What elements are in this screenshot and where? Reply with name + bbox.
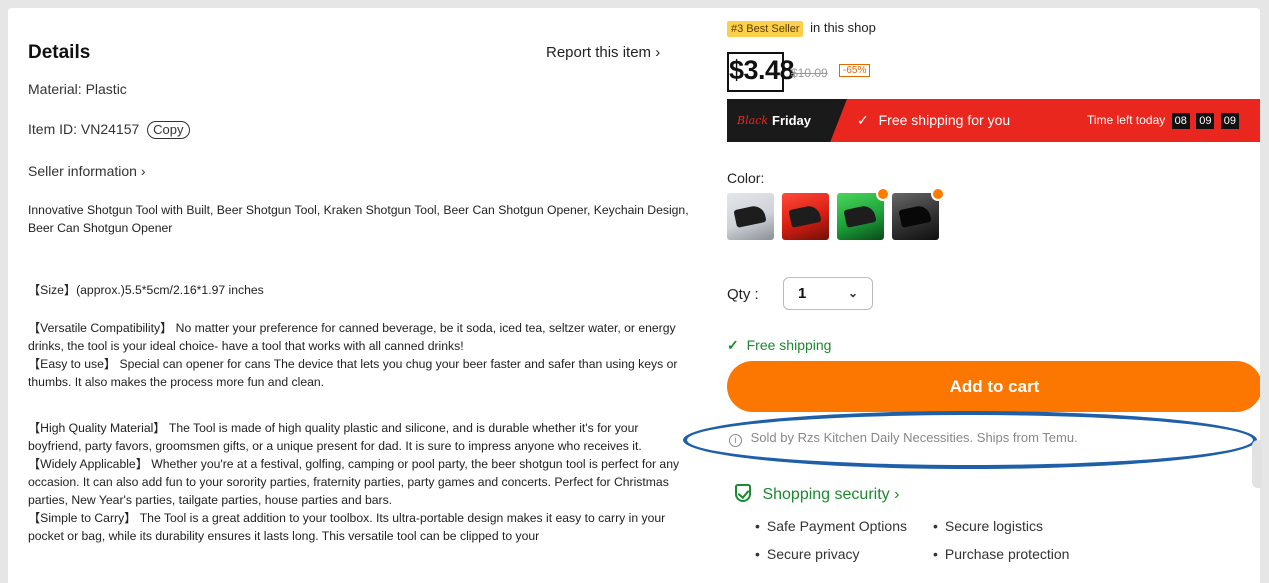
seller-info-label: Seller information	[28, 163, 137, 179]
color-swatch-white[interactable]	[727, 193, 774, 240]
description-applicable: 【Widely Applicable】 Whether you're at a …	[28, 457, 680, 507]
description-easy: 【Easy to use】 Special can opener for can…	[28, 357, 678, 389]
description-summary: Innovative Shotgun Tool with Built, Beer…	[28, 203, 689, 235]
chevron-right-icon: ›	[140, 163, 146, 179]
swatch-wrapper	[837, 187, 890, 240]
add-to-cart-button[interactable]: Add to cart	[727, 361, 1260, 412]
current-price: $3.48	[729, 55, 795, 85]
countdown-timer: Time left today 08 09 09	[1087, 112, 1240, 129]
black-friday-friday: Friday	[772, 113, 812, 128]
swatch-wrapper	[782, 193, 829, 240]
product-thumbnail	[843, 204, 877, 228]
description-size: 【Size】(approx.)5.5*5cm/2.16*1.97 inches	[28, 283, 264, 297]
promo-shipping-text: Free shipping for you	[878, 112, 1011, 128]
chevron-down-icon: ⌄	[847, 286, 858, 300]
check-icon: ✓	[727, 337, 739, 353]
color-swatch-green[interactable]	[837, 193, 884, 240]
bestseller-row: #3 Best Seller in this shop	[727, 20, 876, 37]
color-label: Color:	[727, 170, 765, 186]
security-item-label: Secure logistics	[944, 518, 1043, 534]
chevron-right-icon: ›	[655, 44, 661, 61]
details-title: Details	[28, 42, 91, 63]
swatch-wrapper	[892, 187, 945, 240]
seller-info-link[interactable]: Seller information ›	[28, 163, 146, 179]
color-swatches	[727, 187, 945, 240]
chevron-right-icon: ›	[894, 486, 900, 503]
security-item: • Safe Payment Options	[755, 518, 907, 534]
report-item-link[interactable]: Report this item ›	[546, 44, 660, 61]
material-text: Material: Plastic	[28, 81, 127, 97]
flame-icon	[876, 187, 890, 201]
info-icon: i	[729, 434, 742, 447]
security-item: • Purchase protection	[933, 546, 1070, 562]
black-friday-logo: Black Friday	[727, 99, 847, 142]
item-id-text: Item ID: VN24157	[28, 121, 140, 137]
qty-label: Qty :	[727, 286, 759, 303]
product-thumbnail	[788, 204, 822, 228]
description-carry: 【Simple to Carry】 The Tool is a great ad…	[28, 511, 666, 543]
flame-icon	[931, 187, 945, 201]
product-thumbnail	[733, 204, 767, 228]
sold-by-text: Sold by Rzs Kitchen Daily Necessities. S…	[750, 430, 1078, 445]
free-shipping-row: ✓ Free shipping	[727, 337, 831, 354]
swatch-wrapper	[727, 193, 774, 240]
product-page: Details Report this item › Material: Pla…	[8, 8, 1260, 583]
bestseller-badge: #3 Best Seller	[727, 21, 804, 37]
security-item-label: Secure privacy	[766, 546, 860, 562]
item-id-row: Item ID: VN24157 Copy	[28, 121, 190, 139]
time-left-label: Time left today	[1087, 112, 1166, 127]
discount-badge: -65%	[839, 64, 871, 77]
description-compat: 【Versatile Compatibility】 No matter your…	[28, 321, 676, 353]
timer-minutes: 09	[1196, 112, 1215, 129]
security-item-label: Safe Payment Options	[766, 518, 907, 534]
description-quality: 【High Quality Material】 The Tool is made…	[28, 421, 642, 453]
sold-by-row: i Sold by Rzs Kitchen Daily Necessities.…	[729, 430, 1078, 447]
quantity-value: 1	[798, 285, 807, 302]
color-swatch-black[interactable]	[892, 193, 939, 240]
shield-icon	[735, 484, 751, 502]
timer-seconds: 09	[1220, 112, 1240, 129]
report-item-label: Report this item	[546, 44, 652, 61]
details-section: Details Report this item › Material: Pla…	[28, 8, 708, 583]
security-item: • Secure logistics	[933, 518, 1043, 534]
color-swatch-red[interactable]	[782, 193, 829, 240]
check-icon: ✓	[857, 112, 869, 128]
side-scroll-tab[interactable]	[1252, 440, 1262, 488]
timer-hours: 08	[1171, 112, 1190, 129]
shopping-security-label: Shopping security	[762, 486, 890, 503]
original-price: $10.09	[791, 66, 828, 80]
black-friday-banner: Black Friday ✓ Free shipping for you Tim…	[727, 99, 1260, 142]
free-shipping-text: Free shipping	[746, 337, 832, 353]
security-item: • Secure privacy	[755, 546, 860, 562]
description-paragraph-1: 【Versatile Compatibility】 No matter your…	[28, 319, 693, 391]
quantity-select[interactable]: 1 ⌄	[783, 277, 873, 310]
description-paragraph-2: 【High Quality Material】 The Tool is made…	[28, 419, 693, 545]
copy-button[interactable]: Copy	[147, 121, 190, 139]
security-item-label: Purchase protection	[944, 546, 1070, 562]
product-thumbnail	[898, 204, 932, 228]
purchase-panel: #3 Best Seller in this shop $3.48 $10.09…	[683, 8, 1260, 583]
promo-shipping-message: ✓ Free shipping for you	[857, 112, 1010, 129]
bestseller-suffix: in this shop	[810, 20, 876, 35]
black-friday-black: Black	[737, 114, 768, 127]
shopping-security-link[interactable]: Shopping security ›	[735, 484, 899, 504]
